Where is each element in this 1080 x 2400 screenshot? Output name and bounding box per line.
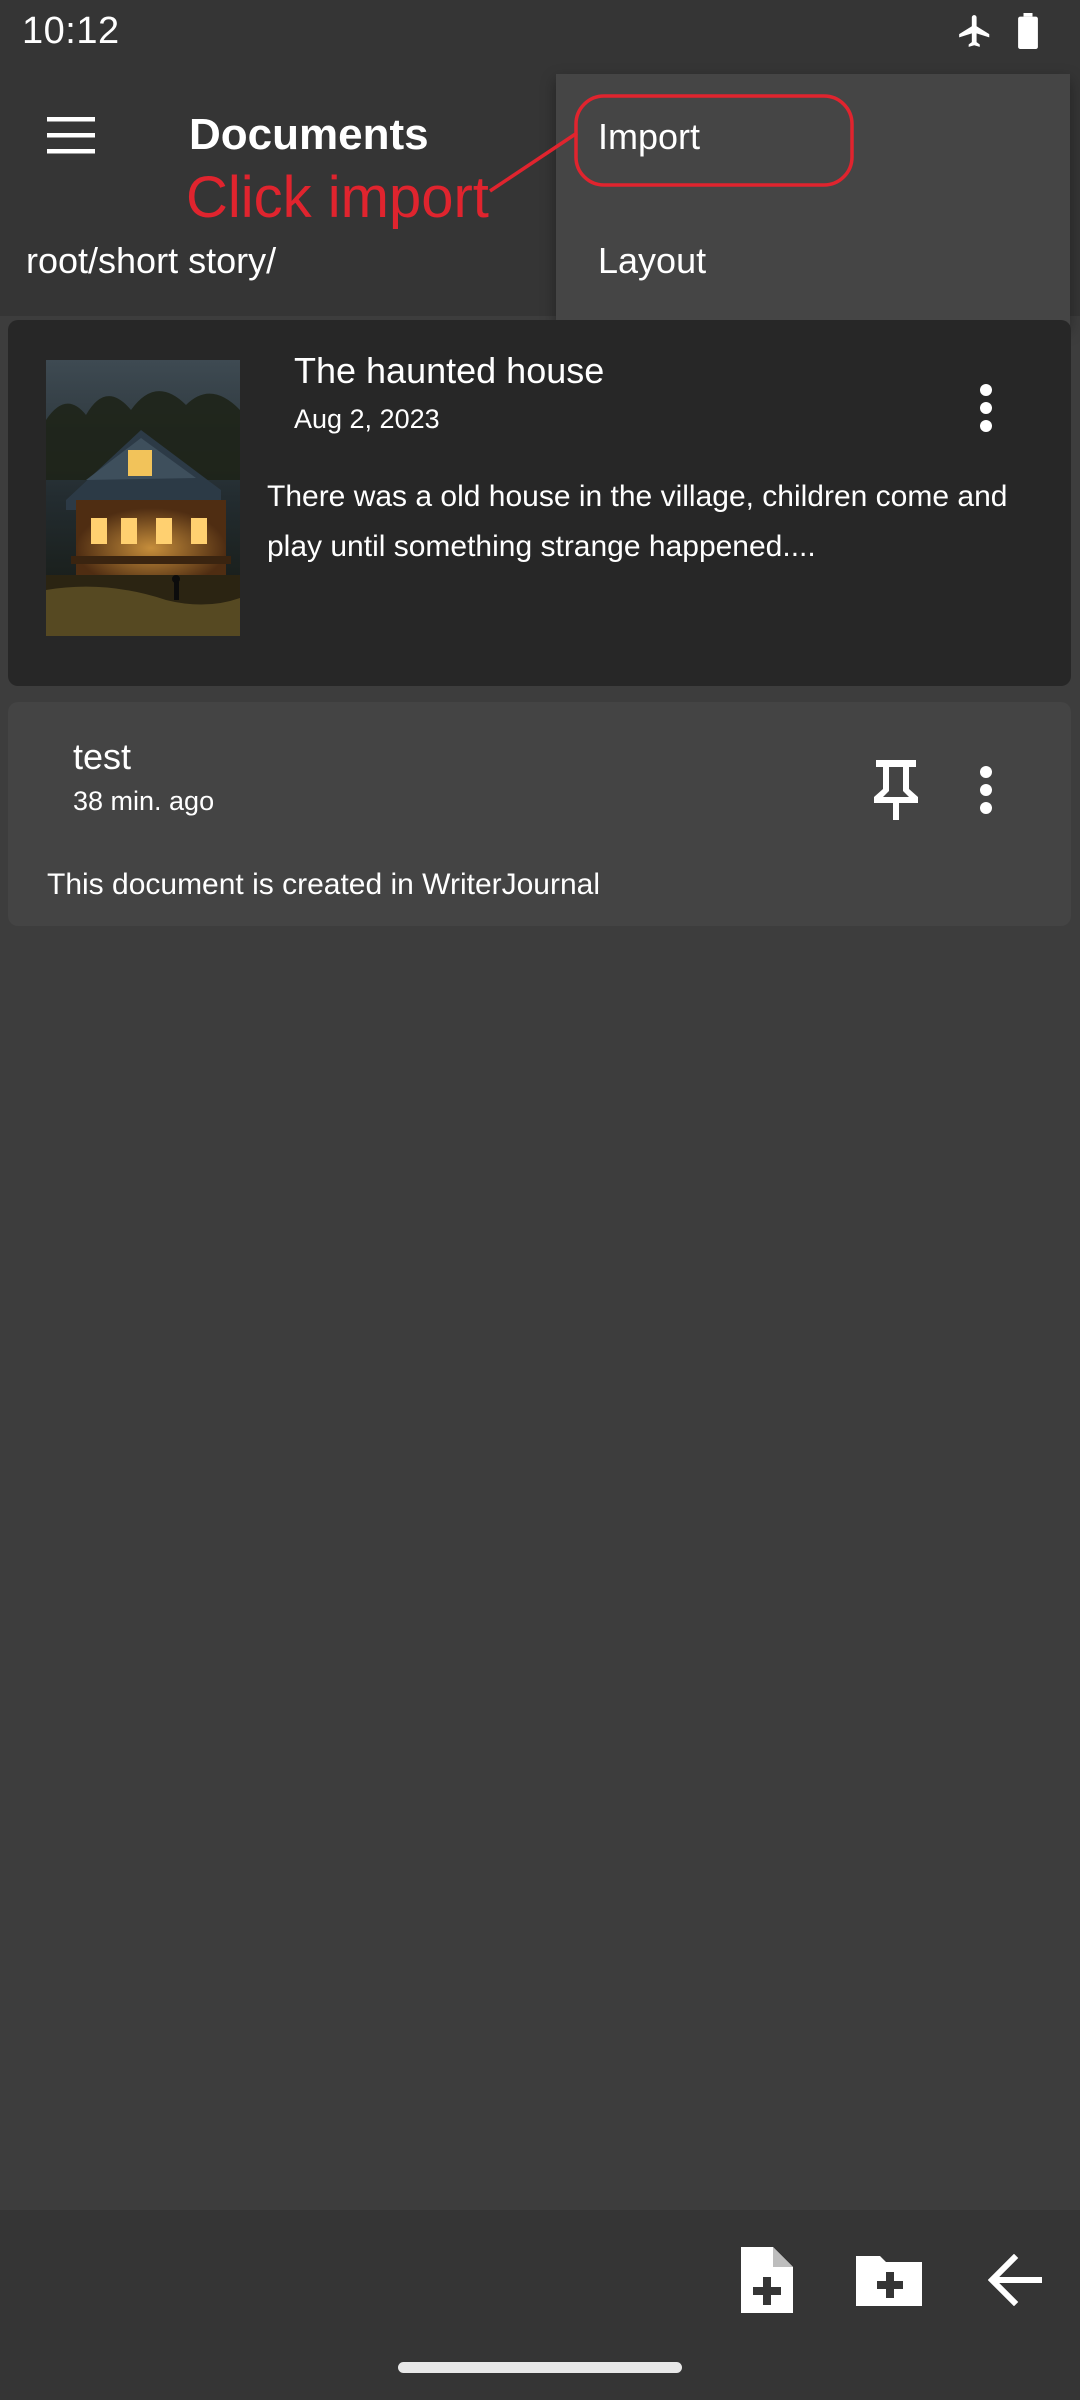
pin-icon[interactable]	[866, 756, 926, 822]
status-time: 10:12	[22, 10, 120, 52]
page-title: Documents	[189, 110, 429, 159]
battery-icon	[1016, 13, 1040, 54]
overflow-menu: Import Layout	[556, 74, 1070, 325]
airplane-mode-icon	[956, 12, 994, 55]
new-document-icon[interactable]	[727, 2240, 803, 2320]
status-bar: 10:12	[0, 0, 1080, 66]
annotation-label: Click import	[186, 165, 489, 230]
home-indicator[interactable]	[398, 2362, 682, 2373]
document-date: Aug 2, 2023	[294, 404, 440, 434]
document-date: 38 min. ago	[73, 786, 215, 816]
document-title: The haunted house	[294, 350, 605, 391]
screen: 10:12 Documents root/short story/ Click …	[0, 0, 1080, 2400]
more-options-icon[interactable]	[966, 380, 1006, 440]
document-description: There was a old house in the village, ch…	[267, 480, 1008, 563]
document-description: This document is created in WriterJourna…	[47, 868, 601, 901]
document-title: test	[73, 736, 132, 777]
hamburger-menu-icon[interactable]	[44, 114, 100, 158]
menu-item-layout[interactable]: Layout	[598, 240, 706, 282]
more-options-icon[interactable]	[966, 762, 1006, 822]
menu-item-import[interactable]: Import	[598, 116, 700, 158]
document-card[interactable]: The haunted house Aug 2, 2023 There was …	[8, 320, 1071, 686]
breadcrumb[interactable]: root/short story/	[26, 240, 276, 282]
bottom-bar	[0, 2210, 1080, 2400]
document-card[interactable]: test 38 min. ago This document is create…	[8, 702, 1071, 926]
back-arrow-icon[interactable]	[978, 2240, 1054, 2320]
new-folder-icon[interactable]	[851, 2240, 927, 2320]
document-thumbnail	[46, 360, 240, 636]
status-icons	[956, 12, 1040, 55]
